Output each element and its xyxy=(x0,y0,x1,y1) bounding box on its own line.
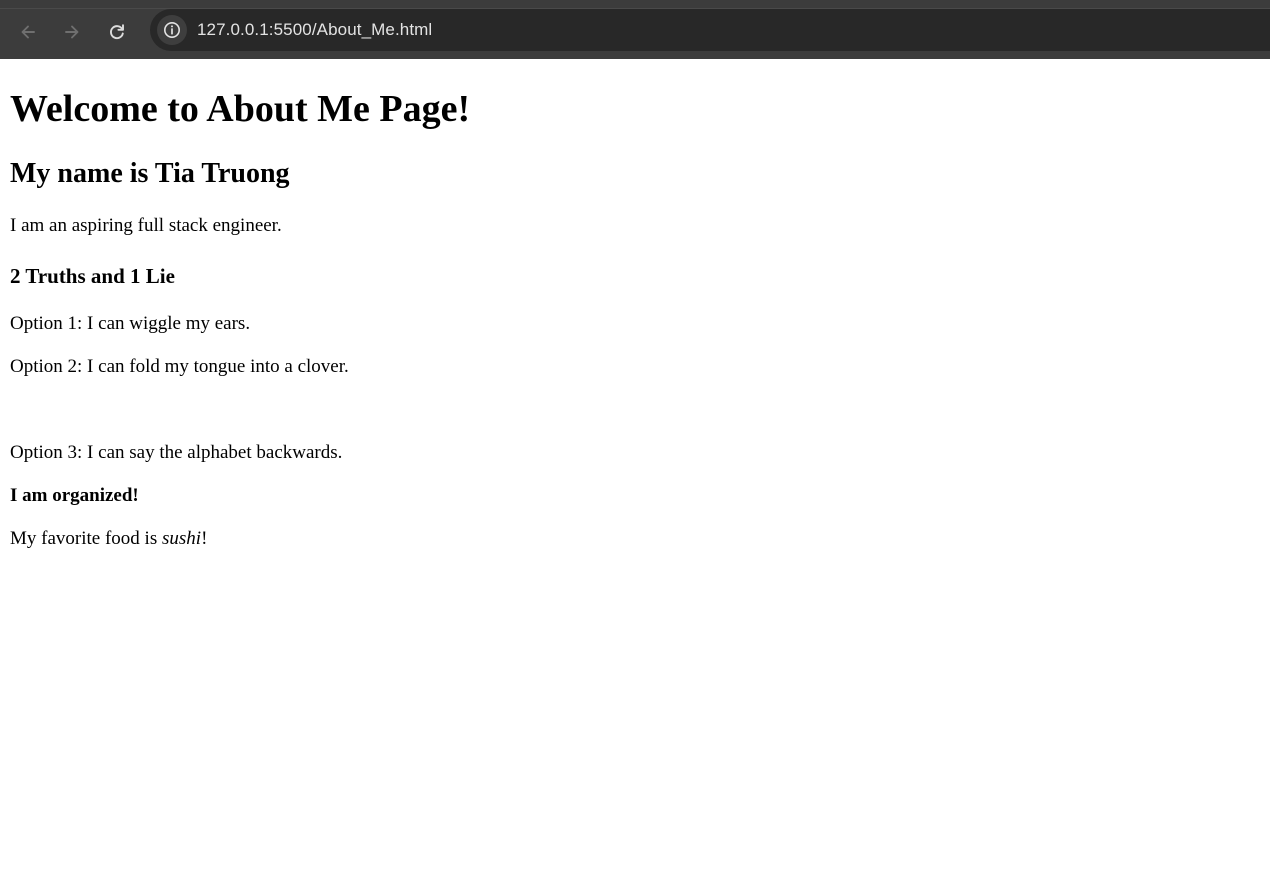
browser-chrome: 127.0.0.1:5500/About_Me.html xyxy=(0,0,1270,59)
game-heading: 2 Truths and 1 Lie xyxy=(10,264,175,288)
site-info-button[interactable] xyxy=(157,15,187,45)
reload-button[interactable] xyxy=(103,18,131,46)
reload-icon xyxy=(110,24,124,40)
organized-bold-text: I am organized! xyxy=(10,485,139,506)
page-content: Welcome to About Me Page! My name is Tia… xyxy=(0,59,1270,875)
info-icon xyxy=(164,22,180,38)
option-2: Option 2: I can fold my tongue into a cl… xyxy=(10,356,349,377)
arrow-right-icon xyxy=(65,25,79,39)
empty-paragraph xyxy=(10,399,1260,421)
organized-statement: I am organized! xyxy=(10,485,1260,507)
url-text[interactable]: 127.0.0.1:5500/About_Me.html xyxy=(197,20,432,40)
favorite-food-prefix: My favorite food is xyxy=(10,528,162,549)
address-bar[interactable]: 127.0.0.1:5500/About_Me.html xyxy=(150,9,1270,51)
favorite-food: My favorite food is sushi! xyxy=(10,528,1260,550)
forward-button[interactable] xyxy=(58,18,86,46)
browser-toolbar: 127.0.0.1:5500/About_Me.html xyxy=(0,8,1270,59)
name-heading: My name is Tia Truong xyxy=(10,158,290,189)
favorite-food-suffix: ! xyxy=(201,528,208,549)
back-button[interactable] xyxy=(14,18,42,46)
arrow-left-icon xyxy=(21,25,35,39)
page-title: Welcome to About Me Page! xyxy=(10,88,471,130)
option-1: Option 1: I can wiggle my ears. xyxy=(10,313,251,334)
favorite-food-item: sushi xyxy=(161,528,202,549)
intro-paragraph: I am an aspiring full stack engineer. xyxy=(10,215,282,236)
option-3: Option 3: I can say the alphabet backwar… xyxy=(10,442,343,463)
